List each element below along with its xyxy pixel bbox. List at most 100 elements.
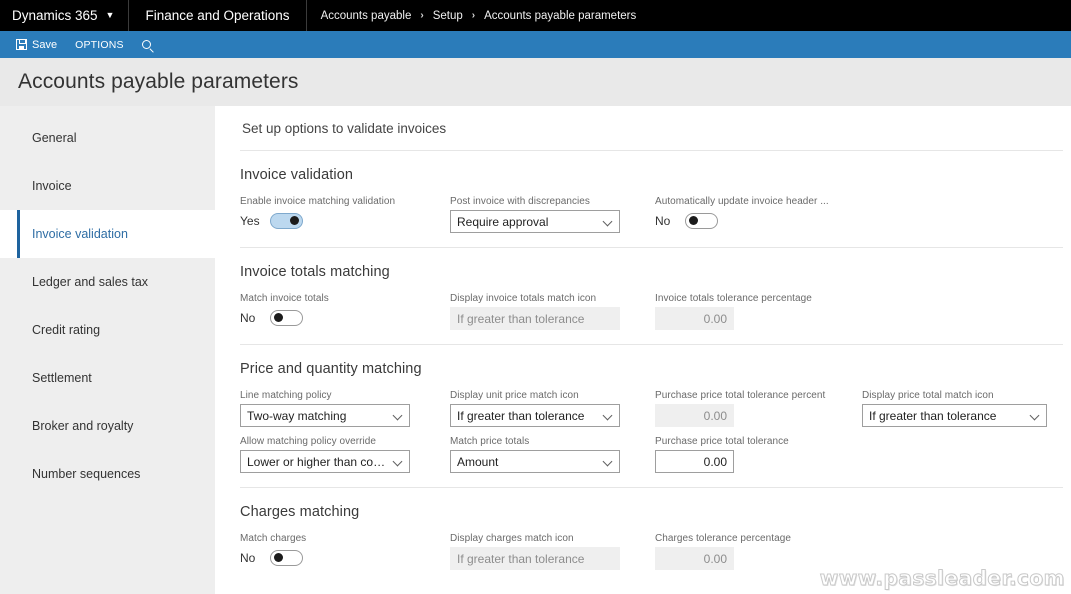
save-button-label: Save (32, 38, 58, 51)
field-charges-tolerance-percentage: Charges tolerance percentage 0.00 (655, 524, 862, 570)
select-value: If greater than tolerance (457, 551, 585, 566)
breadcrumb-separator-icon: › (420, 10, 424, 21)
field-row: Line matching policy Two-way matching Di… (240, 381, 1063, 427)
sidebar-item-number-sequences[interactable]: Number sequences (0, 450, 215, 498)
field-line-matching-policy: Line matching policy Two-way matching (240, 381, 450, 427)
field-label: Display invoice totals match icon (450, 293, 597, 304)
sidebar-item-label: General (32, 131, 77, 145)
toggle-group: No (655, 210, 862, 232)
toggle-group: Yes (240, 210, 450, 232)
match-charges-toggle[interactable] (270, 550, 303, 566)
toggle-state-label: No (655, 214, 671, 228)
field-row: Match invoice totals No Display invoice … (240, 284, 1063, 330)
field-automatically-update-invoice-header: Automatically update invoice header ... … (655, 187, 862, 232)
section-invoice-totals-matching: Invoice totals matching Match invoice to… (215, 248, 1071, 344)
field-display-unit-price-match-icon: Display unit price match icon If greater… (450, 381, 655, 427)
select-value: If greater than tolerance (869, 408, 997, 423)
field-label: Match price totals (450, 436, 530, 447)
options-button[interactable]: OPTIONS (66, 31, 133, 58)
field-grid: Match charges No Display charges match i… (240, 524, 1063, 584)
sidebar-item-label: Broker and royalty (32, 419, 134, 433)
sidebar-item-invoice-validation[interactable]: Invoice validation (0, 210, 215, 258)
field-label: Automatically update invoice header ... (655, 196, 829, 207)
purchase-price-total-tolerance-input[interactable]: 0.00 (655, 450, 734, 473)
chevron-down-icon (603, 217, 613, 227)
field-allow-matching-policy-override: Allow matching policy override Lower or … (240, 427, 450, 473)
breadcrumb: Accounts payable › Setup › Accounts paya… (307, 0, 651, 31)
command-bar: Save OPTIONS (0, 31, 1071, 58)
automatically-update-invoice-header-toggle[interactable] (685, 213, 718, 229)
breadcrumb-item-accounts-payable-parameters[interactable]: Accounts payable parameters (484, 10, 636, 22)
field-display-charges-match-icon: Display charges match icon If greater th… (450, 524, 655, 570)
field-grid: Line matching policy Two-way matching Di… (240, 381, 1063, 487)
display-invoice-totals-match-icon-select: If greater than tolerance (450, 307, 620, 330)
section-price-and-quantity-matching: Price and quantity matching Line matchin… (215, 345, 1071, 487)
field-label: Purchase price total tolerance percent (655, 390, 826, 401)
section-charges-matching: Charges matching Match charges No Displa… (215, 488, 1071, 584)
chevron-down-icon (1030, 411, 1040, 421)
field-label: Display unit price match icon (450, 390, 579, 401)
field-post-invoice-with-discrepancies: Post invoice with discrepancies Require … (450, 187, 655, 233)
brand-menu[interactable]: Dynamics 365 ▼ (0, 0, 130, 31)
brand-label: Dynamics 365 (12, 8, 98, 23)
sidebar-item-label: Settlement (32, 371, 92, 385)
field-match-invoice-totals: Match invoice totals No (240, 284, 450, 329)
invoice-totals-tolerance-percentage-input: 0.00 (655, 307, 734, 330)
section-title: Charges matching (240, 504, 360, 520)
page-title: Accounts payable parameters (18, 70, 299, 93)
page-body: General Invoice Invoice validation Ledge… (0, 106, 1071, 594)
display-unit-price-match-icon-select[interactable]: If greater than tolerance (450, 404, 620, 427)
save-button[interactable]: Save (7, 31, 66, 58)
sidebar-item-broker-and-royalty[interactable]: Broker and royalty (0, 402, 215, 450)
search-button[interactable] (133, 31, 160, 58)
field-label: Purchase price total tolerance (655, 436, 789, 447)
chevron-down-icon (603, 411, 613, 421)
top-navigation-bar: Dynamics 365 ▼ Finance and Operations Ac… (0, 0, 1071, 31)
sidebar-item-credit-rating[interactable]: Credit rating (0, 306, 215, 354)
field-label: Post invoice with discrepancies (450, 196, 590, 207)
input-value: 0.00 (703, 454, 727, 469)
select-value: Amount (457, 454, 499, 469)
field-display-price-total-match-icon: Display price total match icon If greate… (862, 381, 1062, 427)
content-header-label: Set up options to validate invoices (242, 120, 447, 136)
breadcrumb-item-accounts-payable[interactable]: Accounts payable (321, 10, 412, 22)
field-match-price-totals: Match price totals Amount (450, 427, 655, 473)
sidebar-item-general[interactable]: General (0, 114, 215, 162)
enable-invoice-matching-validation-toggle[interactable] (270, 213, 303, 229)
field-label: Match invoice totals (240, 293, 329, 304)
module-name[interactable]: Finance and Operations (129, 0, 307, 31)
field-display-invoice-totals-match-icon: Display invoice totals match icon If gre… (450, 284, 655, 330)
charges-tolerance-percentage-input: 0.00 (655, 547, 734, 570)
field-label: Enable invoice matching validation (240, 196, 396, 207)
field-row: Match charges No Display charges match i… (240, 524, 1063, 570)
display-price-total-match-icon-select[interactable]: If greater than tolerance (862, 404, 1047, 427)
line-matching-policy-select[interactable]: Two-way matching (240, 404, 410, 427)
sidebar-item-label: Invoice (32, 179, 72, 193)
select-value: Two-way matching (247, 408, 347, 423)
toggle-knob-icon (274, 313, 283, 323)
field-grid: Match invoice totals No Display invoice … (240, 284, 1063, 344)
field-label: Display price total match icon (862, 390, 994, 401)
section-title: Invoice validation (240, 167, 354, 183)
field-match-charges: Match charges No (240, 524, 450, 569)
module-label: Finance and Operations (145, 8, 290, 23)
sidebar-item-ledger-and-sales-tax[interactable]: Ledger and sales tax (0, 258, 215, 306)
field-enable-invoice-matching-validation: Enable invoice matching validation Yes (240, 187, 450, 232)
post-invoice-with-discrepancies-select[interactable]: Require approval (450, 210, 620, 233)
toggle-state-label: No (240, 311, 256, 325)
sidebar-item-settlement[interactable]: Settlement (0, 354, 215, 402)
field-label: Display charges match icon (450, 533, 574, 544)
field-invoice-totals-tolerance-percentage: Invoice totals tolerance percentage 0.00 (655, 284, 862, 330)
sidebar-item-invoice[interactable]: Invoice (0, 162, 215, 210)
match-price-totals-select[interactable]: Amount (450, 450, 620, 473)
field-row: Enable invoice matching validation Yes P… (240, 187, 1063, 233)
breadcrumb-item-setup[interactable]: Setup (433, 10, 463, 22)
allow-matching-policy-override-select[interactable]: Lower or higher than compa... (240, 450, 410, 473)
sidebar-item-label: Ledger and sales tax (32, 275, 149, 289)
display-charges-match-icon-select: If greater than tolerance (450, 547, 620, 570)
section-title: Price and quantity matching (240, 361, 422, 377)
match-invoice-totals-toggle[interactable] (270, 310, 303, 326)
toggle-group: No (240, 547, 450, 569)
chevron-down-icon (393, 411, 403, 421)
toggle-knob-icon (689, 216, 698, 226)
